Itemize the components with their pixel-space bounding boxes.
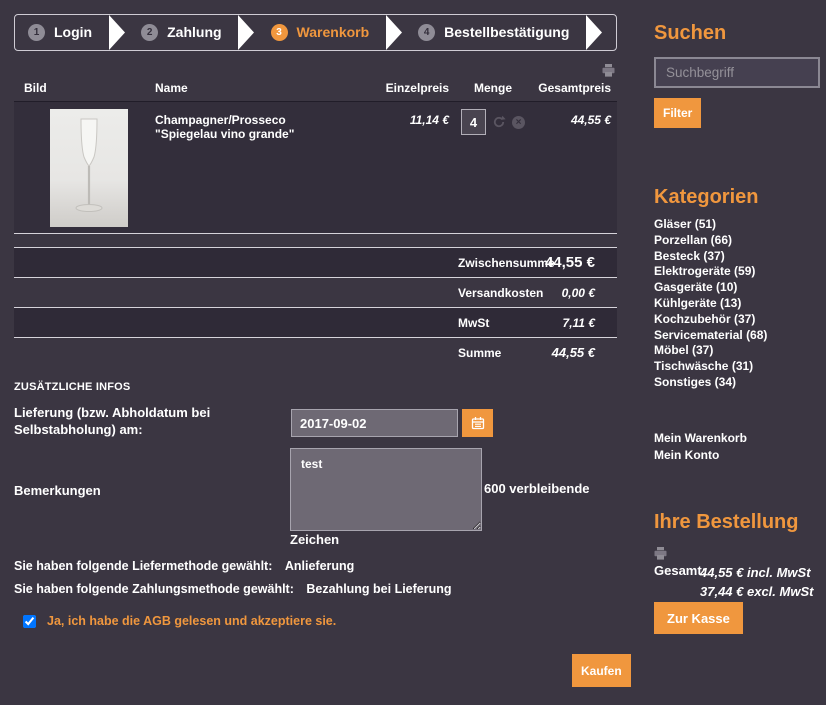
table-toolbar — [14, 63, 617, 77]
breadcrumb-step-login[interactable]: 1 Login — [28, 24, 92, 41]
main-content: 1 Login 2 Zahlung 3 Warenkorb 4 Bestellb… — [14, 14, 617, 705]
product-image[interactable] — [50, 109, 128, 227]
header-menge: Menge — [455, 81, 531, 95]
search-heading: Suchen — [654, 22, 726, 45]
order-total-label: Gesamt: — [654, 563, 700, 601]
buy-button[interactable]: Kaufen — [572, 654, 631, 687]
product-name[interactable]: Champagner/Prosseco "Spiegelau vino gran… — [155, 102, 351, 233]
category-item[interactable]: Servicematerial (68) — [654, 328, 767, 344]
chevron-right-icon — [237, 15, 255, 50]
step-number-badge: 3 — [271, 24, 288, 41]
order-total-excl: 37,44 € excl. MwSt — [700, 582, 813, 601]
step-number-badge: 2 — [141, 24, 158, 41]
product-unit-price: 11,14 € — [351, 102, 455, 233]
header-bild: Bild — [14, 81, 155, 95]
chevron-right-icon — [585, 15, 603, 50]
summary-label: Zwischensumme — [458, 256, 555, 270]
printer-icon[interactable] — [654, 547, 667, 560]
sidebar: Suchen Filter Kategorien Gläser (51) Por… — [654, 14, 820, 705]
order-total-row: Gesamt: 44,55 € incl. MwSt 37,44 € excl.… — [654, 563, 813, 601]
delivery-date-input[interactable] — [291, 409, 458, 437]
step-number-badge: 1 — [28, 24, 45, 41]
remarks-textarea[interactable]: test — [290, 448, 482, 531]
header-name: Name — [155, 81, 351, 95]
header-gesamtpreis: Gesamtpreis — [531, 81, 617, 95]
category-item[interactable]: Gasgeräte (10) — [654, 280, 767, 296]
shipping-method-value: Anlieferung — [285, 559, 354, 573]
order-total-incl: 44,55 € incl. MwSt — [700, 563, 813, 582]
chevron-right-icon — [108, 15, 126, 50]
champagne-glass-image — [50, 109, 128, 227]
checkout-page: 1 Login 2 Zahlung 3 Warenkorb 4 Bestellb… — [0, 0, 826, 705]
order-heading: Ihre Bestellung — [654, 511, 798, 534]
product-total-price: 44,55 € — [531, 102, 617, 233]
step-label: Bestellbestätigung — [444, 24, 569, 41]
category-item[interactable]: Tischwäsche (31) — [654, 359, 767, 375]
category-item[interactable]: Porzellan (66) — [654, 233, 767, 249]
remove-circle-icon[interactable]: × — [512, 116, 525, 129]
summary-row-summe: Summe 44,55 € — [14, 338, 617, 368]
categories-list: Gläser (51) Porzellan (66) Besteck (37) … — [654, 217, 767, 391]
cart-table-header: Bild Name Einzelpreis Menge Gesamtpreis — [14, 81, 617, 102]
category-item[interactable]: Sonstiges (34) — [654, 375, 767, 391]
agb-label[interactable]: Ja, ich habe die AGB gelesen und akzepti… — [47, 614, 336, 628]
summary-row-mwst: MwSt 7,11 € — [14, 308, 617, 338]
summary-value: 7,11 € — [563, 316, 595, 330]
remaining-characters-text: 600 verbleibende — [484, 480, 590, 497]
step-number-badge: 4 — [418, 24, 435, 41]
my-cart-link[interactable]: Mein Warenkorb — [654, 431, 747, 445]
summary-value: 0,00 € — [562, 286, 595, 300]
chevron-right-icon — [385, 15, 403, 50]
summary-row-zwischensumme: Zwischensumme 44,55 € — [14, 248, 617, 278]
agb-consent-row: Ja, ich habe die AGB gelesen und akzepti… — [23, 614, 336, 628]
additional-info-section: ZUSÄTZLICHE INFOS Lieferung (bzw. Abhold… — [14, 368, 617, 705]
filter-button[interactable]: Filter — [654, 98, 701, 128]
payment-method-label: Sie haben folgende Zahlungsmethode gewäh… — [14, 582, 294, 596]
payment-method-line: Sie haben folgende Zahlungsmethode gewäh… — [14, 582, 452, 596]
summary-row-versandkosten: Versandkosten 0,00 € — [14, 278, 617, 308]
printer-icon[interactable] — [602, 63, 615, 77]
quantity-input[interactable] — [461, 109, 486, 135]
category-item[interactable]: Möbel (37) — [654, 343, 767, 359]
remaining-characters-text: Zeichen — [290, 531, 339, 548]
categories-heading: Kategorien — [654, 186, 758, 209]
quantity-controls: × — [455, 102, 531, 135]
payment-method-value: Bezahlung bei Lieferung — [306, 582, 451, 596]
remarks-label: Bemerkungen — [14, 482, 101, 499]
search-input[interactable] — [654, 57, 820, 88]
step-label: Warenkorb — [297, 24, 370, 41]
refresh-icon[interactable] — [492, 115, 506, 129]
summary-label: Versandkosten — [458, 286, 543, 300]
header-einzelpreis: Einzelpreis — [351, 81, 455, 95]
breadcrumb-step-warenkorb[interactable]: 3 Warenkorb — [271, 24, 370, 41]
category-item[interactable]: Gläser (51) — [654, 217, 767, 233]
category-item[interactable]: Besteck (37) — [654, 249, 767, 265]
section-heading: ZUSÄTZLICHE INFOS — [14, 381, 130, 393]
shipping-method-label: Sie haben folgende Liefermethode gewählt… — [14, 559, 272, 573]
agb-checkbox[interactable] — [23, 615, 36, 628]
summary-value: 44,55 € — [545, 254, 595, 271]
calendar-button[interactable] — [462, 409, 493, 437]
summary-label: MwSt — [458, 316, 489, 330]
summary-label: Summe — [458, 346, 501, 360]
step-label: Login — [54, 24, 92, 41]
breadcrumb: 1 Login 2 Zahlung 3 Warenkorb 4 Bestellb… — [14, 14, 617, 51]
summary-value: 44,55 € — [552, 345, 595, 360]
category-item[interactable]: Elektrogeräte (59) — [654, 264, 767, 280]
category-item[interactable]: Kochzubehör (37) — [654, 312, 767, 328]
delivery-date-label: Lieferung (bzw. Abholdatum bei Selbstabh… — [14, 404, 288, 438]
checkout-button[interactable]: Zur Kasse — [654, 602, 743, 634]
step-label: Zahlung — [167, 24, 221, 41]
cart-item-row: Champagner/Prosseco "Spiegelau vino gran… — [14, 102, 617, 234]
calendar-icon — [471, 416, 485, 430]
breadcrumb-step-bestellbestaetigung[interactable]: 4 Bestellbestätigung — [418, 24, 569, 41]
breadcrumb-step-zahlung[interactable]: 2 Zahlung — [141, 24, 221, 41]
cart-summary: Zwischensumme 44,55 € Versandkosten 0,00… — [14, 247, 617, 368]
category-item[interactable]: Kühlgeräte (13) — [654, 296, 767, 312]
my-account-link[interactable]: Mein Konto — [654, 448, 719, 462]
shipping-method-line: Sie haben folgende Liefermethode gewählt… — [14, 559, 354, 573]
